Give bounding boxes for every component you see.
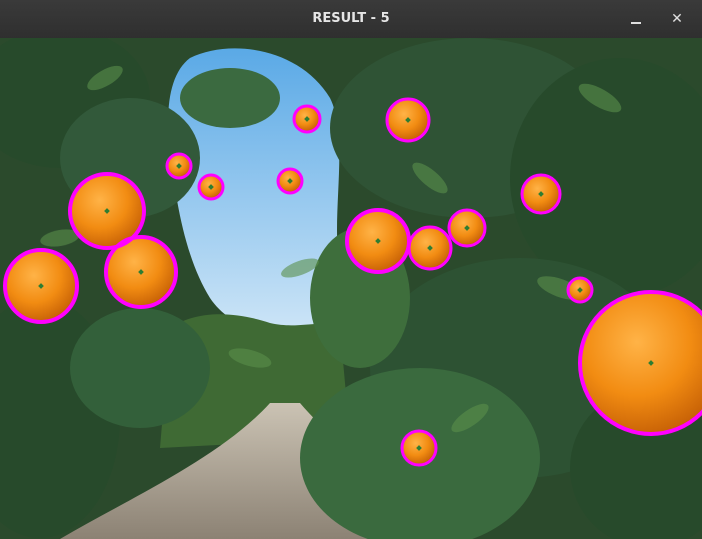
minimize-button[interactable] xyxy=(626,9,646,29)
close-icon: ✕ xyxy=(671,11,683,27)
result-image xyxy=(0,38,702,539)
minimize-icon xyxy=(631,22,641,24)
title-bar[interactable]: RESULT - 5 ✕ xyxy=(0,0,702,39)
close-button[interactable]: ✕ xyxy=(667,9,687,29)
window-title: RESULT - 5 xyxy=(312,11,390,26)
result-window: RESULT - 5 ✕ xyxy=(0,0,702,539)
orange-grove-scene xyxy=(0,38,702,539)
